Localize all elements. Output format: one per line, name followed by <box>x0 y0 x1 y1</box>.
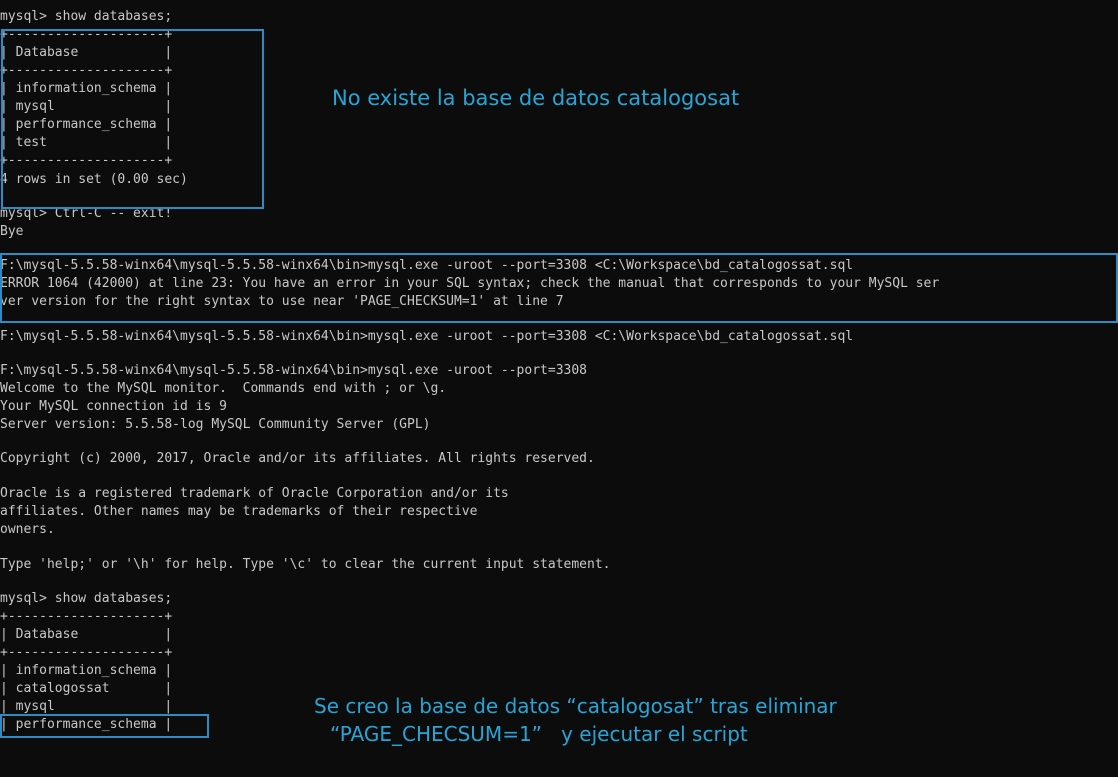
terminal-line: mysql> Ctrl-C -- exit! <box>0 206 173 221</box>
annotation-top: No existe la base de datos catalogosat <box>332 86 740 110</box>
terminal-line: +--------------------+ <box>0 609 173 624</box>
annotation-bottom-line1: Se creo la base de datos “catalogosat” t… <box>314 694 837 718</box>
terminal-line: | performance_schema | <box>0 117 173 132</box>
terminal-line: Copyright (c) 2000, 2017, Oracle and/or … <box>0 451 595 466</box>
terminal-line: | Database | <box>0 45 173 60</box>
terminal-line: 4 rows in set (0.00 sec) <box>0 172 188 187</box>
terminal-line: | information_schema | <box>0 663 173 678</box>
terminal-line: Your MySQL connection id is 9 <box>0 399 227 414</box>
terminal-line: Oracle is a registered trademark of Orac… <box>0 486 509 501</box>
terminal-line: Type 'help;' or '\h' for help. Type '\c'… <box>0 557 611 572</box>
terminal-line: +--------------------+ <box>0 645 173 660</box>
terminal-line: mysql> show databases; <box>0 9 173 24</box>
terminal-line: | catalogossat | <box>0 681 173 696</box>
terminal-line: Welcome to the MySQL monitor. Commands e… <box>0 381 447 396</box>
terminal-line: F:\mysql-5.5.58-winx64\mysql-5.5.58-winx… <box>0 363 587 378</box>
terminal-line: ver version for the right syntax to use … <box>0 294 564 309</box>
terminal-line: | test | <box>0 135 173 150</box>
terminal-line: +--------------------+ <box>0 63 173 78</box>
annotation-bottom-line2: “PAGE_CHECSUM=1” y ejecutar el script <box>330 722 748 746</box>
terminal-line: | mysql | <box>0 99 173 114</box>
terminal-line: | Database | <box>0 627 173 642</box>
terminal-line: | performance_schema | <box>0 717 173 732</box>
terminal-line: owners. <box>0 522 55 537</box>
terminal-line: Bye <box>0 224 24 239</box>
terminal-line: +--------------------+ <box>0 27 173 42</box>
terminal-line: Server version: 5.5.58-log MySQL Communi… <box>0 417 431 432</box>
terminal-window[interactable]: mysql> show databases; +----------------… <box>0 0 1118 777</box>
terminal-line: ERROR 1064 (42000) at line 23: You have … <box>0 276 940 291</box>
terminal-line: affiliates. Other names may be trademark… <box>0 504 478 519</box>
terminal-line: | information_schema | <box>0 81 173 96</box>
terminal-line: | mysql | <box>0 699 173 714</box>
terminal-line: F:\mysql-5.5.58-winx64\mysql-5.5.58-winx… <box>0 329 854 344</box>
terminal-line: F:\mysql-5.5.58-winx64\mysql-5.5.58-winx… <box>0 258 854 273</box>
terminal-line: +--------------------+ <box>0 153 173 168</box>
terminal-line: mysql> show databases; <box>0 591 173 606</box>
